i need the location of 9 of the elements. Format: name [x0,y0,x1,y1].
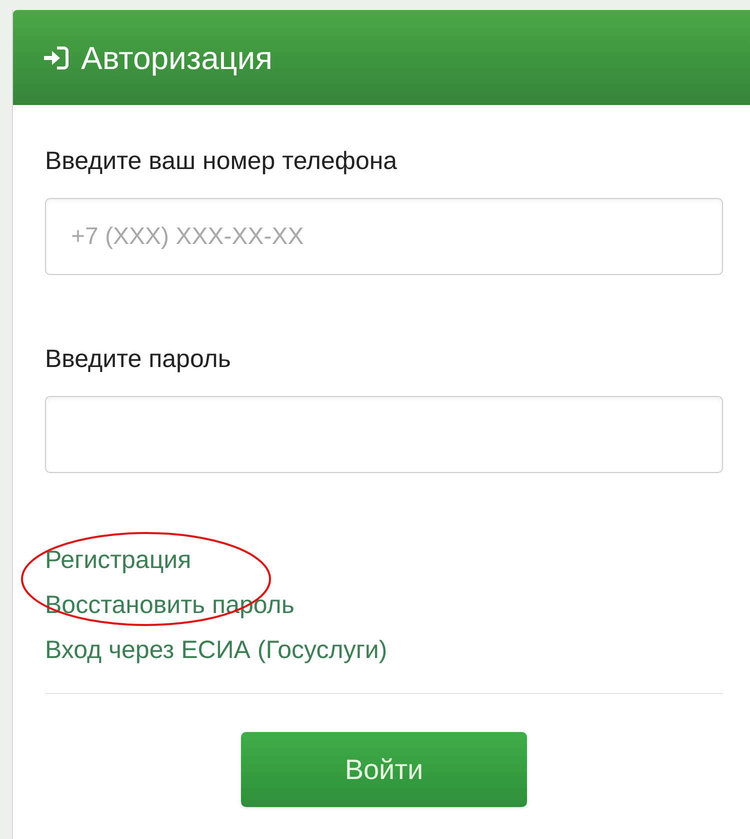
panel-title: Авторизация [81,38,272,78]
text-link[interactable]: Регистрация [45,538,192,583]
field-label: Введите ваш номер телефона [45,146,398,177]
sign-in-icon [43,44,69,70]
login-button[interactable]: Войти [241,732,527,807]
input-field[interactable]: +7 (XXX) XXX-XX-XX [45,198,723,275]
field-label: Введите пароль [45,344,232,375]
input-field[interactable] [45,396,723,473]
text-link[interactable]: Вход через ЕСИА (Госуслуги) [45,628,388,673]
